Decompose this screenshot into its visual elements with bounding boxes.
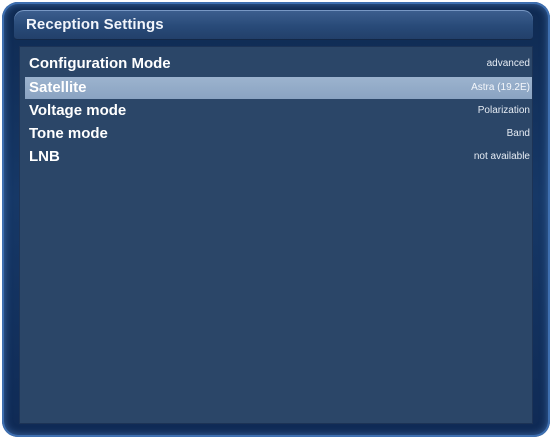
setting-value: not available	[473, 151, 530, 162]
setting-tone-mode[interactable]: Tone mode Band	[25, 123, 532, 145]
setting-value: Astra (19.2E)	[471, 82, 530, 93]
setting-label: Voltage mode	[29, 102, 127, 119]
setting-label: Tone mode	[29, 125, 108, 142]
reception-settings-window: Reception Settings Configuration Mode ad…	[2, 2, 550, 437]
settings-list: Configuration Mode advanced Satellite As…	[19, 46, 533, 424]
setting-lnb[interactable]: LNB not available	[25, 146, 532, 168]
setting-value: Band	[506, 128, 530, 139]
setting-voltage-mode[interactable]: Voltage mode Polarization	[25, 100, 532, 122]
setting-label: Configuration Mode	[29, 55, 171, 72]
setting-satellite[interactable]: Satellite Astra (19.2E)	[25, 77, 532, 99]
setting-label: LNB	[29, 148, 60, 165]
title-bar: Reception Settings	[14, 10, 533, 40]
setting-configuration-mode[interactable]: Configuration Mode advanced	[25, 53, 532, 75]
window-title: Reception Settings	[26, 16, 164, 33]
setting-label: Satellite	[29, 79, 87, 96]
setting-value: Polarization	[477, 105, 530, 116]
setting-value: advanced	[486, 58, 530, 69]
